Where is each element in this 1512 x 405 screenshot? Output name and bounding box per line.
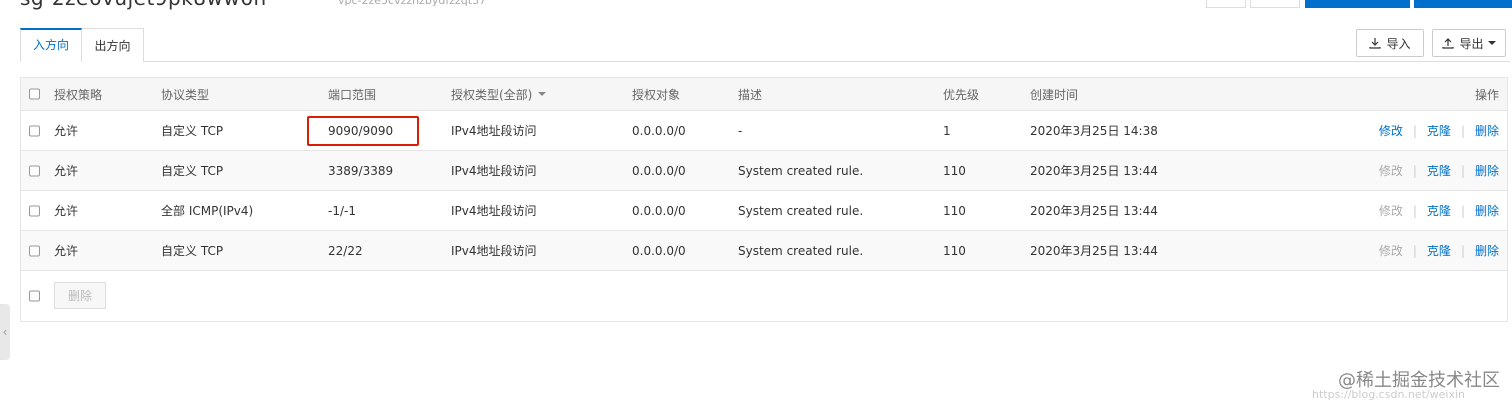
- direction-tabs: 入方向 出方向: [20, 28, 1510, 62]
- edit-link[interactable]: 修改: [1379, 122, 1403, 139]
- header-port: 端口范围: [328, 87, 377, 102]
- header-desc: 描述: [738, 87, 763, 102]
- cell-policy: 允许: [54, 244, 79, 258]
- edit-link[interactable]: 修改: [1379, 242, 1403, 259]
- highlight-box: [307, 116, 419, 146]
- page-subtitle: vpc-2ze5cvzzhzbydfzzqt37: [338, 0, 487, 7]
- cell-created: 2020年3月25日 13:44: [1030, 164, 1158, 178]
- header-auth-type[interactable]: 授权类型(全部): [451, 78, 547, 110]
- cell-protocol: 自定义 TCP: [161, 164, 224, 178]
- table-row: 允许 自定义 TCP 3389/3389 IPv4地址段访问 0.0.0.0/0…: [21, 151, 1507, 191]
- cell-object: 0.0.0.0/0: [632, 123, 686, 138]
- clone-link[interactable]: 克隆: [1427, 122, 1451, 139]
- header-primary-button-1[interactable]: [1305, 0, 1410, 8]
- import-label: 导入: [1386, 36, 1411, 51]
- batch-delete-button[interactable]: 删除: [54, 282, 106, 309]
- header-ops: 操作: [1474, 87, 1499, 102]
- table-row: 允许 自定义 TCP 22/22 IPv4地址段访问 0.0.0.0/0 Sys…: [21, 231, 1507, 271]
- edit-link[interactable]: 修改: [1379, 202, 1403, 219]
- delete-link[interactable]: 删除: [1475, 202, 1499, 219]
- download-icon: [1369, 38, 1382, 49]
- cell-object: 0.0.0.0/0: [632, 243, 686, 258]
- row-checkbox[interactable]: [29, 125, 40, 136]
- cell-protocol: 全部 ICMP(IPv4): [161, 204, 254, 218]
- cell-policy: 允许: [54, 204, 79, 218]
- table-header: 授权策略 协议类型 端口范围 授权类型(全部) 授权对象 描述 优先级 创建时间…: [21, 78, 1507, 111]
- cell-desc: -: [738, 123, 743, 138]
- row-checkbox[interactable]: [29, 165, 40, 176]
- delete-link[interactable]: 删除: [1475, 162, 1499, 179]
- cell-protocol: 自定义 TCP: [161, 124, 224, 138]
- header-button-1[interactable]: [1206, 0, 1246, 8]
- row-checkbox[interactable]: [29, 245, 40, 256]
- cell-created: 2020年3月25日 14:38: [1030, 124, 1158, 138]
- cell-object: 0.0.0.0/0: [632, 203, 686, 218]
- tab-outbound[interactable]: 出方向: [82, 28, 144, 62]
- chevron-left-icon: ‹: [2, 325, 8, 339]
- header-protocol: 协议类型: [161, 87, 210, 102]
- cell-desc: System created rule.: [738, 163, 864, 178]
- header-auth-type-label: 授权类型(全部): [451, 87, 533, 102]
- footer-select-all-checkbox[interactable]: [29, 290, 40, 302]
- cell-object: 0.0.0.0/0: [632, 163, 686, 178]
- cell-port: 3389/3389: [328, 163, 394, 178]
- header-priority: 优先级: [943, 87, 980, 102]
- clone-link[interactable]: 克隆: [1427, 162, 1451, 179]
- cell-created: 2020年3月25日 13:44: [1030, 204, 1158, 218]
- cell-created: 2020年3月25日 13:44: [1030, 244, 1158, 258]
- export-button[interactable]: 导出: [1432, 29, 1506, 57]
- cell-auth-type: IPv4地址段访问: [451, 164, 537, 178]
- cell-desc: System created rule.: [738, 243, 864, 258]
- delete-link[interactable]: 删除: [1475, 122, 1499, 139]
- watermark: @稀土掘金技术社区: [1338, 370, 1500, 391]
- page-title: sg-2ze6vujet9pk8ww6h: [20, 0, 267, 10]
- cell-port: 22/22: [328, 243, 363, 258]
- cell-priority: 110: [943, 203, 966, 218]
- cell-port: -1/-1: [328, 203, 356, 218]
- row-checkbox[interactable]: [29, 205, 40, 216]
- chevron-down-icon: [1487, 41, 1496, 45]
- table-row: 允许 全部 ICMP(IPv4) -1/-1 IPv4地址段访问 0.0.0.0…: [21, 191, 1507, 231]
- table-row: 允许 自定义 TCP 9090/9090 IPv4地址段访问 0.0.0.0/0…: [21, 111, 1507, 151]
- cell-priority: 110: [943, 243, 966, 258]
- header-object: 授权对象: [632, 87, 681, 102]
- cell-auth-type: IPv4地址段访问: [451, 124, 537, 138]
- cell-priority: 1: [943, 123, 951, 138]
- filter-dropdown-icon[interactable]: [538, 92, 547, 96]
- clone-link[interactable]: 克隆: [1427, 242, 1451, 259]
- cell-auth-type: IPv4地址段访问: [451, 204, 537, 218]
- clone-link[interactable]: 克隆: [1427, 202, 1451, 219]
- header-policy: 授权策略: [54, 87, 103, 102]
- cell-ops: 修改 | 克隆 | 删除: [1378, 242, 1499, 259]
- delete-link[interactable]: 删除: [1475, 242, 1499, 259]
- cell-auth-type: IPv4地址段访问: [451, 244, 537, 258]
- cell-ops: 修改 | 克隆 | 删除: [1378, 162, 1499, 179]
- edit-link[interactable]: 修改: [1379, 162, 1403, 179]
- cell-policy: 允许: [54, 164, 79, 178]
- header-primary-button-2[interactable]: [1414, 0, 1512, 8]
- cell-desc: System created rule.: [738, 203, 864, 218]
- select-all-checkbox[interactable]: [29, 88, 40, 100]
- header-button-2[interactable]: [1250, 0, 1300, 8]
- export-label: 导出: [1459, 36, 1484, 51]
- security-rules-table: 授权策略 协议类型 端口范围 授权类型(全部) 授权对象 描述 优先级 创建时间…: [20, 77, 1508, 322]
- header-created: 创建时间: [1030, 87, 1079, 102]
- table-footer: 删除: [21, 271, 1507, 321]
- cell-protocol: 自定义 TCP: [161, 244, 224, 258]
- sidebar-collapse-handle[interactable]: ‹: [0, 304, 10, 360]
- tab-inbound[interactable]: 入方向: [20, 28, 82, 62]
- cell-ops: 修改 | 克隆 | 删除: [1378, 122, 1499, 139]
- upload-icon: [1442, 38, 1455, 49]
- import-button[interactable]: 导入: [1356, 29, 1424, 57]
- cell-ops: 修改 | 克隆 | 删除: [1378, 202, 1499, 219]
- cell-priority: 110: [943, 163, 966, 178]
- cell-policy: 允许: [54, 124, 79, 138]
